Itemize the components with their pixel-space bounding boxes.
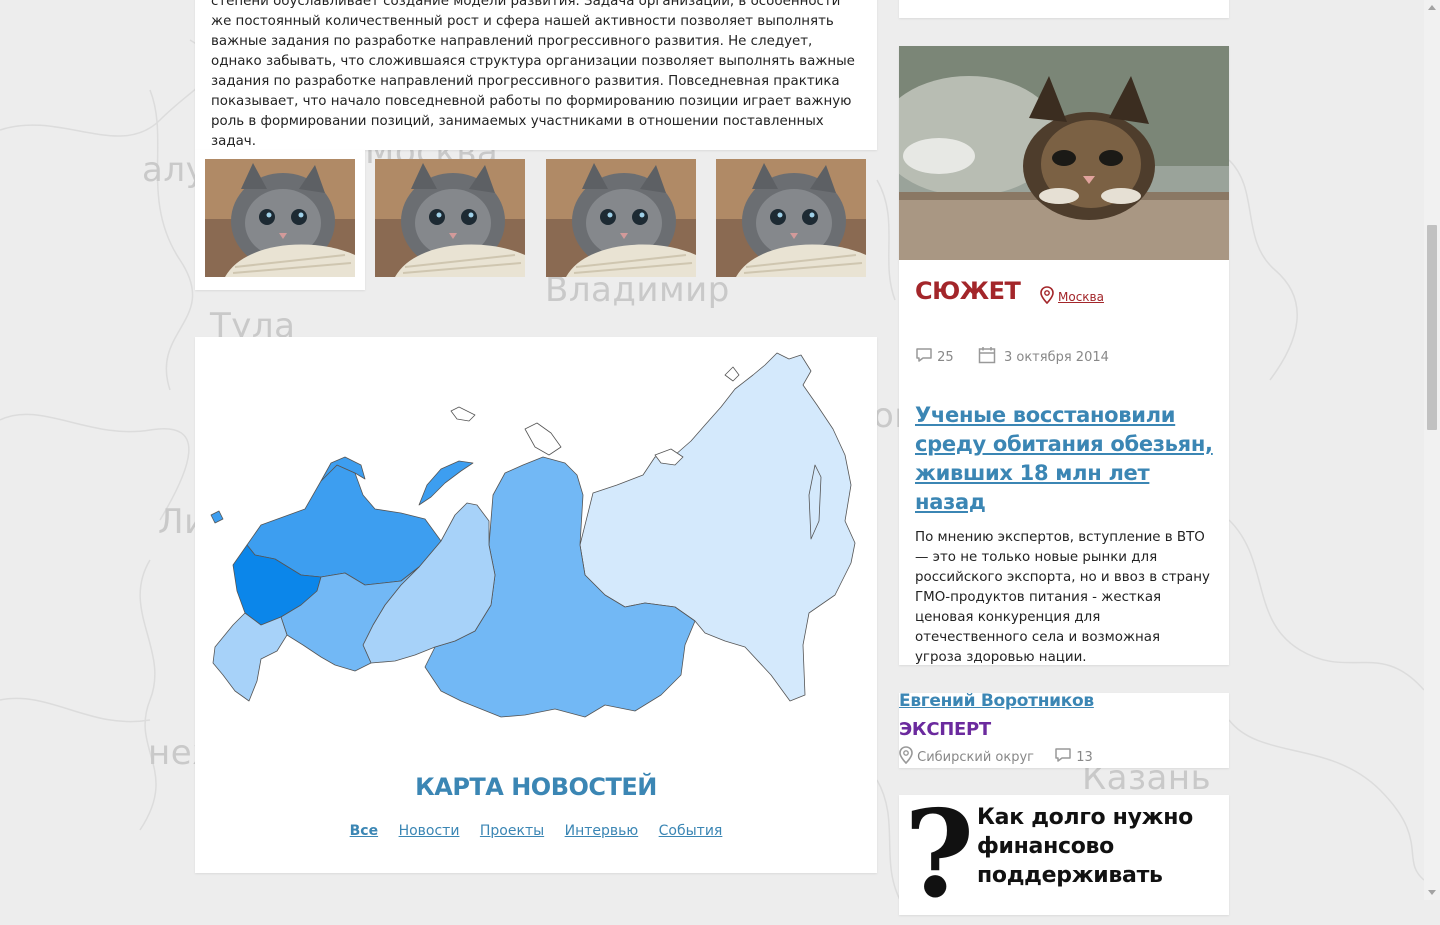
gallery-thumbnail[interactable] [205,159,355,277]
map-island-novaya-zemlya [418,460,474,506]
expert-region: Сибирский округ [917,749,1034,765]
tab-projects[interactable]: Проекты [480,823,544,839]
kitten-photo-icon [899,46,1229,260]
question-title[interactable]: Как долго нужно финансово поддерживать [977,803,1217,890]
news-map-tabs: Все Новости Проекты Интервью События [195,823,877,839]
article-text: степени обуславливает создание модели ра… [211,0,855,149]
question-mark-icon: ? [904,784,975,925]
kitten-photo-icon [205,159,355,277]
map-island-arctic [724,366,740,382]
location-pin-icon [899,746,913,768]
kitten-photo-icon [546,159,696,277]
expert-meta: Сибирский округ 13 [899,746,1093,768]
tab-news[interactable]: Новости [399,823,460,839]
gallery-thumbnail[interactable] [375,159,525,277]
story-tag: СЮЖЕТ [915,277,1021,305]
tab-interviews[interactable]: Интервью [565,823,639,839]
story-meta: 25 3 октября 2014 [915,346,1109,368]
story-location-link[interactable]: Москва [1040,286,1104,304]
russia-news-map[interactable] [205,345,867,735]
comment-icon [915,347,933,367]
tab-events[interactable]: События [659,823,723,839]
story-comment-count[interactable]: 25 [937,350,954,365]
map-region-kaliningrad[interactable] [210,510,224,524]
previous-card [899,0,1229,18]
expert-name-link[interactable]: Евгений Воротников [899,691,1094,711]
map-region-south[interactable] [212,612,288,702]
story-date: 3 октября 2014 [1003,349,1109,365]
article-card: степени обуславливает создание модели ра… [195,0,877,150]
news-map-title: КАРТА НОВОСТЕЙ [415,773,657,801]
tab-all[interactable]: Все [350,823,378,839]
story-location: Москва [1058,290,1104,304]
story-body: По мнению экспертов, вступление в ВТО — … [915,530,1210,665]
page-scrollbar[interactable] [1424,0,1440,900]
story-headline-link[interactable]: Ученые восстановили среду обитания обезь… [915,401,1215,517]
scroll-up-icon[interactable] [1428,5,1436,10]
story-image[interactable] [899,46,1229,260]
gallery-thumbnail[interactable] [716,159,866,277]
calendar-icon [978,346,996,368]
expert-comment-count[interactable]: 13 [1076,750,1093,765]
kitten-photo-icon [375,159,525,277]
location-pin-icon [1040,286,1054,304]
comment-icon [1054,747,1072,767]
gallery-thumbnail[interactable] [546,159,696,277]
kitten-photo-icon [716,159,866,277]
map-island-arctic [450,406,476,422]
map-island-arctic [524,422,562,456]
scroll-down-icon[interactable] [1428,890,1436,895]
expert-role: ЭКСПЕРТ [899,719,991,740]
scrollbar-thumb[interactable] [1427,225,1437,430]
